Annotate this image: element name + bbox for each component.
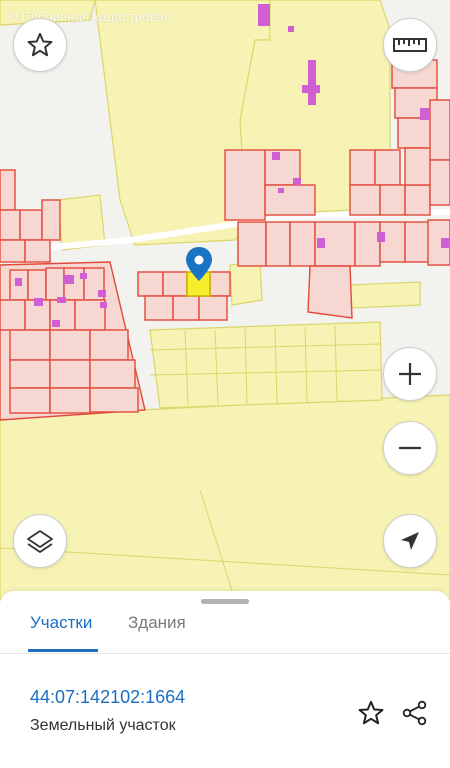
- parcel: [9, 329, 51, 361]
- parcel-info-sheet: Участки Здания 44:07:142102:1664 Земельн…: [0, 591, 450, 768]
- zoom-out-button[interactable]: [383, 421, 437, 475]
- parcel: [224, 149, 266, 221]
- building: [441, 238, 449, 248]
- building: [52, 320, 60, 327]
- building: [308, 60, 316, 105]
- plus-icon: [399, 363, 421, 385]
- parcel: [429, 99, 450, 161]
- share-parcel-button[interactable]: [400, 698, 430, 728]
- parcel: [404, 184, 431, 216]
- layers-icon: [27, 530, 53, 553]
- parcel: [0, 239, 26, 263]
- cadastral-map[interactable]: © Публичная кадастровая: [0, 0, 450, 600]
- active-tab-indicator: [28, 649, 98, 652]
- building: [377, 232, 385, 242]
- star-icon: [27, 32, 53, 57]
- parcel: [264, 184, 316, 216]
- sheet-drag-handle[interactable]: [201, 599, 249, 604]
- parcel: [49, 359, 91, 389]
- parcel: [137, 271, 164, 297]
- land-zone: [229, 261, 263, 306]
- parcel: [9, 387, 51, 414]
- building: [258, 4, 270, 26]
- parcel: [429, 159, 450, 206]
- parcel: [265, 221, 291, 267]
- parcel: [0, 209, 21, 241]
- star-icon: [358, 700, 384, 725]
- building: [317, 238, 325, 248]
- building: [57, 297, 66, 303]
- parcel: [0, 169, 16, 211]
- parcel: [45, 267, 65, 301]
- building: [34, 298, 43, 306]
- building: [278, 188, 284, 193]
- parcel: [349, 149, 376, 186]
- parcel: [307, 265, 353, 319]
- zoom-in-button[interactable]: [383, 347, 437, 401]
- parcel: [41, 199, 61, 241]
- cadastral-number-link[interactable]: 44:07:142102:1664: [30, 687, 185, 708]
- favorite-parcel-button[interactable]: [356, 698, 386, 728]
- parcel: [172, 295, 200, 321]
- navigation-arrow-icon: [401, 532, 419, 550]
- tab-parcels[interactable]: Участки: [30, 613, 92, 633]
- parcel: [89, 387, 139, 413]
- parcel: [144, 295, 174, 321]
- building: [302, 85, 320, 93]
- parcel: [209, 271, 231, 297]
- minus-icon: [399, 446, 421, 450]
- parcel: [237, 221, 267, 267]
- parcel-type-label: Земельный участок: [30, 717, 176, 734]
- share-icon: [402, 700, 427, 726]
- parcel: [379, 184, 406, 216]
- parcel: [354, 221, 381, 267]
- parcel: [198, 295, 228, 321]
- parcel: [349, 184, 381, 216]
- parcel: [49, 387, 91, 414]
- building: [15, 278, 22, 286]
- building: [293, 178, 301, 185]
- ruler-icon: [393, 38, 427, 52]
- locate-button[interactable]: [383, 514, 437, 568]
- building: [80, 273, 87, 279]
- sheet-tabs: Участки Здания: [0, 605, 450, 654]
- building: [272, 152, 280, 160]
- parcel: [27, 269, 47, 301]
- parcel: [0, 299, 26, 331]
- layers-button[interactable]: [13, 514, 67, 568]
- favorite-button[interactable]: [13, 18, 67, 72]
- tab-buildings[interactable]: Здания: [128, 613, 186, 633]
- parcel: [89, 329, 129, 361]
- parcel: [89, 359, 136, 389]
- building: [98, 290, 106, 297]
- parcel: [162, 271, 188, 297]
- parcel: [9, 359, 51, 389]
- parcel: [24, 239, 51, 263]
- parcel: [374, 149, 401, 186]
- parcel: [49, 329, 91, 361]
- parcel: [289, 221, 316, 267]
- building: [420, 108, 430, 120]
- ruler-button[interactable]: [383, 18, 437, 72]
- building: [100, 302, 107, 308]
- building: [64, 275, 74, 284]
- parcel: [19, 209, 43, 241]
- land-zone: [349, 281, 421, 309]
- map-canvas[interactable]: [0, 0, 450, 600]
- building: [288, 26, 294, 32]
